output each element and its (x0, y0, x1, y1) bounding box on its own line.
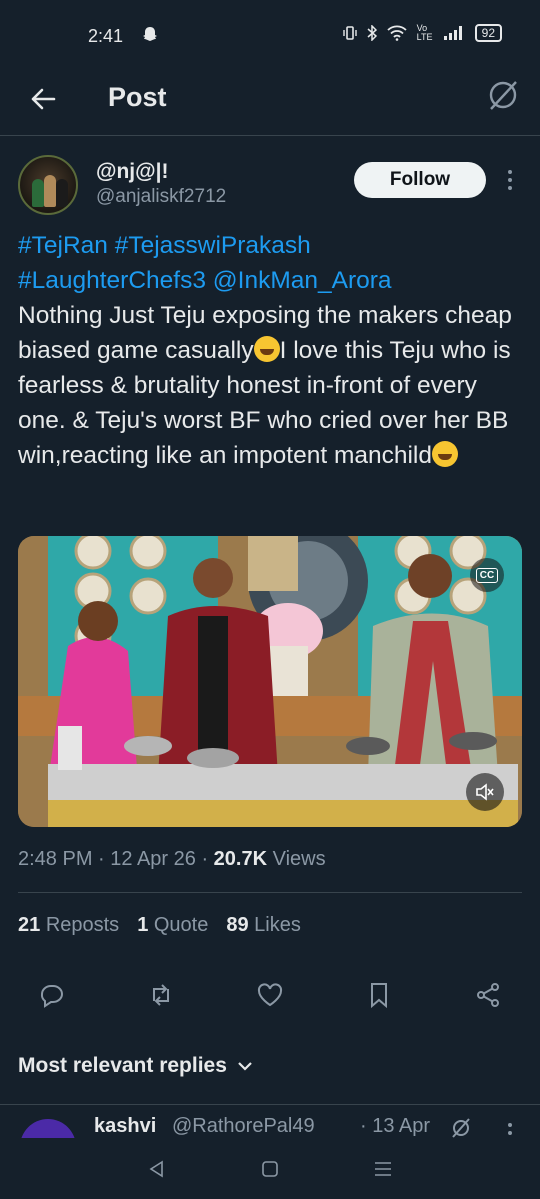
likes-count: 89 (226, 914, 249, 936)
nav-home-icon[interactable] (260, 1159, 280, 1179)
back-arrow-icon[interactable] (28, 84, 58, 114)
reply-more-icon[interactable] (504, 1119, 516, 1138)
action-bar (18, 975, 522, 1015)
laughing-emoji-icon (432, 441, 458, 467)
battery-indicator: 92 (474, 24, 502, 42)
reposts-count: 21 (18, 914, 41, 936)
share-icon[interactable] (474, 981, 502, 1009)
network-type: Vo LTE (416, 23, 433, 42)
bluetooth-icon (367, 25, 377, 41)
repost-icon[interactable] (147, 981, 175, 1009)
reply-author-name[interactable]: kashvi (94, 1115, 156, 1138)
vibrate-icon (342, 26, 357, 40)
replies-sort-label: Most relevant replies (18, 1054, 227, 1077)
reply-icon[interactable] (38, 981, 66, 1009)
engagement-stats: 21 Reposts 1 Quote 89 Likes (18, 914, 301, 937)
author-handle[interactable]: @anjaliskf2712 (96, 186, 226, 208)
status-bar: 2:41 Vo LTE 92 (0, 0, 540, 72)
muted-speaker-icon (476, 783, 494, 801)
reply-avatar[interactable] (20, 1119, 76, 1138)
reposts-label: Reposts (45, 914, 120, 936)
captions-label: CC (475, 567, 499, 583)
page-title: Post (108, 82, 167, 112)
post-date: 12 Apr 26 (110, 848, 196, 870)
views-label: Views (272, 848, 326, 870)
laughing-emoji-icon (253, 336, 280, 362)
hashtag-link[interactable]: #LaughterChefs3 (18, 267, 206, 294)
author-name[interactable]: @nj@|! (96, 160, 169, 184)
signal-icon (443, 26, 462, 40)
nav-recents-icon[interactable] (373, 1159, 393, 1179)
mute-button[interactable] (466, 773, 504, 811)
hashtag-link[interactable]: #TejasswiPrakash (115, 232, 311, 259)
views-count: 20.7K (213, 848, 268, 870)
likes-stat[interactable]: 89 Likes (226, 914, 301, 937)
reposts-stat[interactable]: 21 Reposts (18, 914, 119, 937)
captions-button[interactable]: CC (470, 558, 504, 592)
likes-label: Likes (254, 914, 301, 936)
snapchat-icon (143, 27, 157, 41)
grok-icon[interactable] (486, 78, 520, 112)
status-icons: Vo LTE 92 (342, 23, 502, 42)
status-time: 2:41 (88, 26, 124, 46)
post-time: 2:48 PM (18, 848, 93, 870)
video-player[interactable]: CC (18, 536, 522, 827)
author-avatar[interactable] (18, 155, 78, 215)
chevron-down-icon (238, 1062, 252, 1071)
more-options-icon[interactable] (500, 166, 520, 194)
divider (18, 892, 522, 893)
quotes-count: 1 (137, 914, 149, 936)
post-text: #TejRan #TejasswiPrakash #LaughterChefs3… (18, 228, 524, 473)
follow-button[interactable]: Follow (354, 162, 486, 198)
reply-item[interactable]: kashvi @RathorePal49 · 13 Apr (0, 1104, 540, 1138)
post-meta: 2:48 PM · 12 Apr 26 · 20.7K Views (18, 848, 326, 870)
hashtag-link[interactable]: #TejRan (18, 232, 108, 259)
grok-icon[interactable] (450, 1117, 472, 1138)
like-icon[interactable] (256, 981, 284, 1009)
system-nav-bar (0, 1138, 540, 1199)
quotes-label: Quote (153, 914, 209, 936)
reply-author-handle[interactable]: @RathorePal49 (172, 1115, 315, 1138)
wifi-icon (387, 25, 407, 41)
reply-date: · 13 Apr (360, 1115, 431, 1137)
top-bar: Post (0, 72, 540, 136)
video-thumbnail (18, 536, 522, 827)
bookmark-icon[interactable] (365, 981, 393, 1009)
replies-sort-dropdown[interactable]: Most relevant replies (18, 1054, 253, 1078)
quotes-stat[interactable]: 1 Quote (137, 914, 208, 937)
nav-back-icon[interactable] (147, 1159, 167, 1179)
mention-link[interactable]: @InkMan_Arora (213, 267, 392, 294)
